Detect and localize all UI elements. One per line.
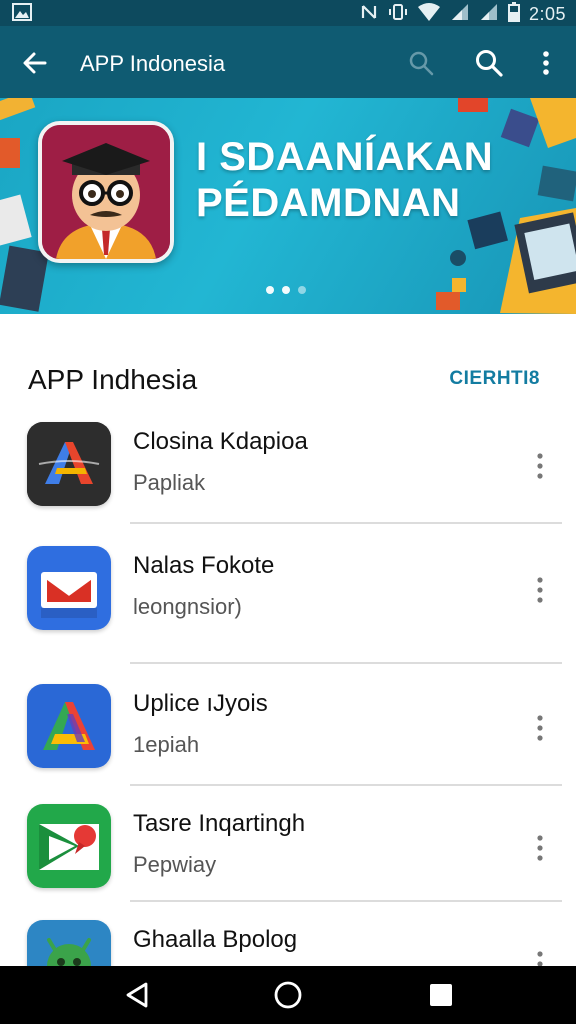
app-bar: APP Indonesia <box>0 26 576 98</box>
search-icon[interactable] <box>474 48 504 78</box>
image-icon <box>12 3 32 26</box>
banner-headline: I SDAANÍAKAN PÉDAMDNAN <box>196 134 493 226</box>
signal-icon <box>479 2 499 27</box>
more-vert-icon[interactable] <box>530 574 550 606</box>
search-icon[interactable] <box>408 50 434 76</box>
signal-icon <box>450 2 470 27</box>
app-name: Uplice ıJyois <box>133 690 268 717</box>
list-divider <box>130 784 562 786</box>
more-vert-icon[interactable] <box>530 450 550 482</box>
back-triangle-icon[interactable] <box>122 980 152 1010</box>
status-bar: 2:05 <box>0 0 576 26</box>
status-clock: 2:05 <box>528 4 566 24</box>
banner-headline-line1: I SDAANÍAKAN <box>196 135 494 179</box>
app-name: Nalas Fokote <box>133 552 275 579</box>
more-vert-icon[interactable] <box>532 48 560 78</box>
nfc-icon <box>359 2 379 27</box>
banner-headline-line2: PÉDAMDNAN <box>196 181 461 225</box>
app-subtitle: leongnsior) <box>133 594 242 619</box>
wifi-icon <box>417 2 441 27</box>
app-list-item[interactable]: Tasre Inqartingh Pepwiay <box>0 794 576 914</box>
section-more-button[interactable]: CIERHTI8 <box>449 368 540 390</box>
app-subtitle: 1epiah <box>133 732 200 757</box>
section-title: APP Indhesia <box>28 364 198 395</box>
app-list-item[interactable]: Nalas Fokote leongnsior) <box>0 536 576 664</box>
letter-a-icon <box>27 684 111 768</box>
app-name: Tasre Inqartingh <box>133 810 306 837</box>
carousel-dot[interactable] <box>266 286 274 294</box>
play-pin-icon <box>27 804 111 888</box>
more-vert-icon[interactable] <box>530 712 550 744</box>
recents-square-icon[interactable] <box>426 980 456 1010</box>
system-nav-bar <box>0 966 576 1024</box>
carousel-dot[interactable] <box>298 286 306 294</box>
teacher-avatar-icon <box>38 121 174 263</box>
app-list-item[interactable]: Uplice ıJyois 1epiah <box>0 674 576 794</box>
app-subtitle: Pepwiay <box>133 852 217 877</box>
app-bar-title: APP Indonesia <box>80 51 226 76</box>
app-name: Closina Kdapioa <box>133 428 308 455</box>
list-divider <box>130 522 562 524</box>
back-arrow-icon[interactable] <box>20 48 50 78</box>
app-subtitle: Papliak <box>133 470 206 495</box>
letter-a-icon <box>27 422 111 506</box>
vibrate-icon <box>388 2 408 27</box>
list-divider <box>130 662 562 664</box>
carousel-dot[interactable] <box>282 286 290 294</box>
list-divider <box>130 900 562 902</box>
app-name: Ghaalla Bpolog <box>133 926 298 953</box>
home-circle-icon[interactable] <box>273 980 303 1010</box>
carousel-dots[interactable] <box>266 286 306 294</box>
battery-icon <box>507 2 520 27</box>
more-vert-icon[interactable] <box>530 832 550 864</box>
app-list-item[interactable]: Closina Kdapioa Papliak <box>0 412 576 532</box>
mail-icon <box>27 546 111 630</box>
section-header: APP Indhesia CIERHTI8 <box>0 340 576 416</box>
promo-banner[interactable]: I SDAANÍAKAN PÉDAMDNAN <box>0 98 576 314</box>
